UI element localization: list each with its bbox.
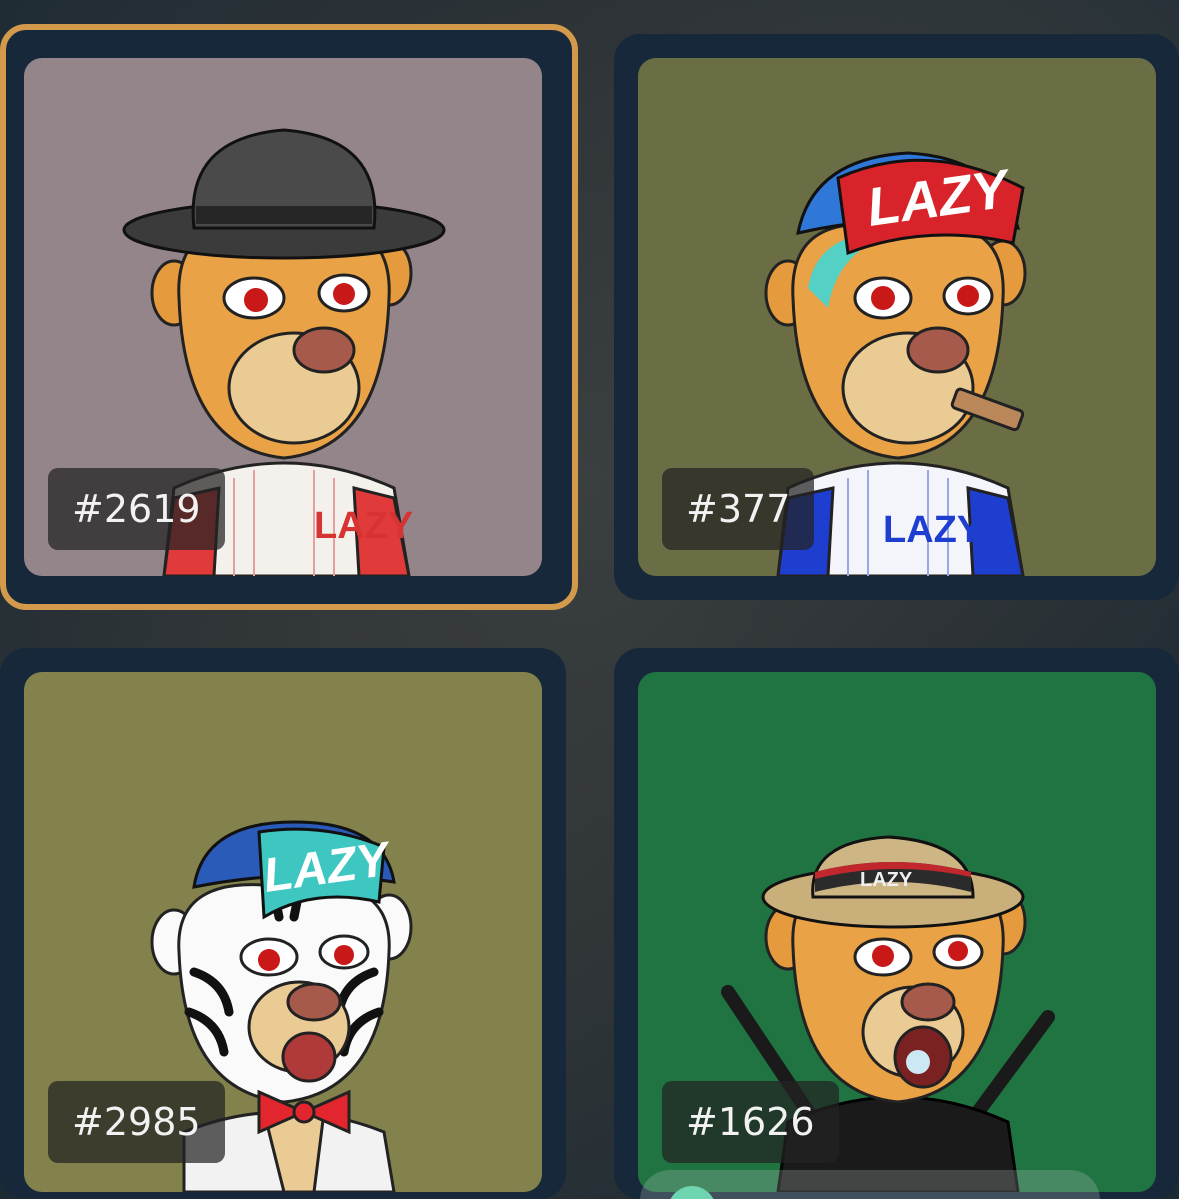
jersey-text: LAZY <box>883 509 982 551</box>
nft-card-2985[interactable]: LAZY #2985 <box>0 648 566 1199</box>
nft-card-2619[interactable]: LAZY #2619 <box>0 24 578 610</box>
token-id-label: #377 <box>662 468 815 550</box>
token-id-label: #2619 <box>48 468 225 550</box>
nft-card-377[interactable]: LAZY LAZY #377 <box>614 34 1179 600</box>
nft-card-1626[interactable]: LAZY #1626 <box>614 648 1179 1199</box>
token-id-label: #1626 <box>662 1081 839 1163</box>
jersey-text: LAZY <box>314 505 413 547</box>
token-id-label: #2985 <box>48 1081 225 1163</box>
hat-text: LAZY <box>860 869 913 891</box>
